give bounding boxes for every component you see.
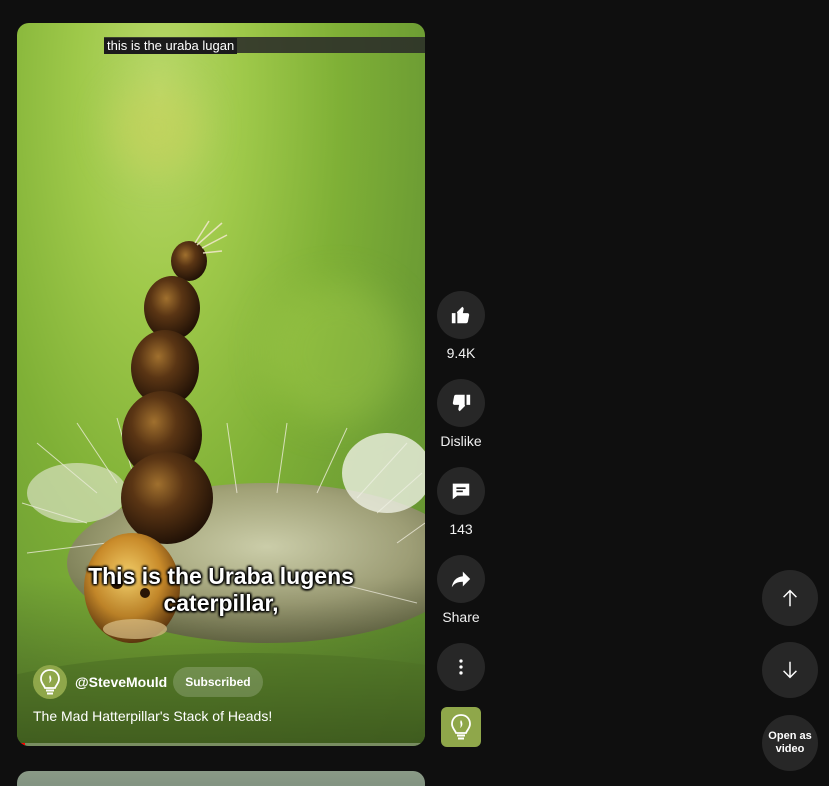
dislike-action: Dislike (437, 379, 485, 449)
comments-button[interactable] (437, 467, 485, 515)
next-short-button[interactable] (762, 642, 818, 698)
more-options-button[interactable] (437, 643, 485, 691)
share-arrow-icon (451, 571, 471, 588)
lightbulb-icon (451, 714, 471, 740)
comment-icon (452, 483, 470, 500)
thumbs-up-icon (451, 306, 470, 324)
share-action: Share (437, 555, 485, 625)
arrow-up-icon (783, 589, 797, 607)
progress-bar[interactable] (17, 743, 425, 746)
burned-in-subtitle: This is the Uraba lugens caterpillar, (17, 563, 425, 617)
like-button[interactable] (437, 291, 485, 339)
channel-avatar[interactable] (33, 665, 67, 699)
progress-fill (17, 743, 26, 746)
subtitle-line-2: caterpillar, (163, 590, 279, 616)
previous-short-button[interactable] (762, 570, 818, 626)
dislike-button[interactable] (437, 379, 485, 427)
share-label: Share (442, 609, 480, 625)
share-button[interactable] (437, 555, 485, 603)
lightbulb-icon (40, 669, 60, 695)
comments-action: 143 (437, 467, 485, 537)
like-action: 9.4K (437, 291, 485, 361)
like-count: 9.4K (446, 345, 476, 361)
channel-handle[interactable]: @SteveMould (75, 674, 167, 690)
auto-caption-text: this is the uraba lugan (104, 38, 238, 54)
comment-count: 143 (449, 521, 473, 537)
video-title[interactable]: The Mad Hatterpillar's Stack of Heads! (33, 708, 272, 724)
next-short-preview[interactable] (17, 771, 425, 786)
channel-thumbnail-button[interactable] (441, 707, 481, 747)
short-video-player[interactable]: this is the uraba lugan This is the Urab… (17, 23, 425, 746)
dislike-label: Dislike (440, 433, 482, 449)
more-vertical-icon (459, 659, 463, 675)
subtitle-line-1: This is the Uraba lugens (88, 563, 354, 589)
open-as-video-button[interactable]: Open as video (762, 715, 818, 771)
subscribed-button[interactable]: Subscribed (173, 667, 263, 697)
auto-caption-bar: this is the uraba lugan (104, 37, 425, 54)
arrow-down-icon (783, 661, 797, 679)
channel-row: @SteveMould Subscribed (33, 665, 263, 699)
more-action (437, 643, 485, 691)
thumbs-down-icon (452, 394, 471, 412)
